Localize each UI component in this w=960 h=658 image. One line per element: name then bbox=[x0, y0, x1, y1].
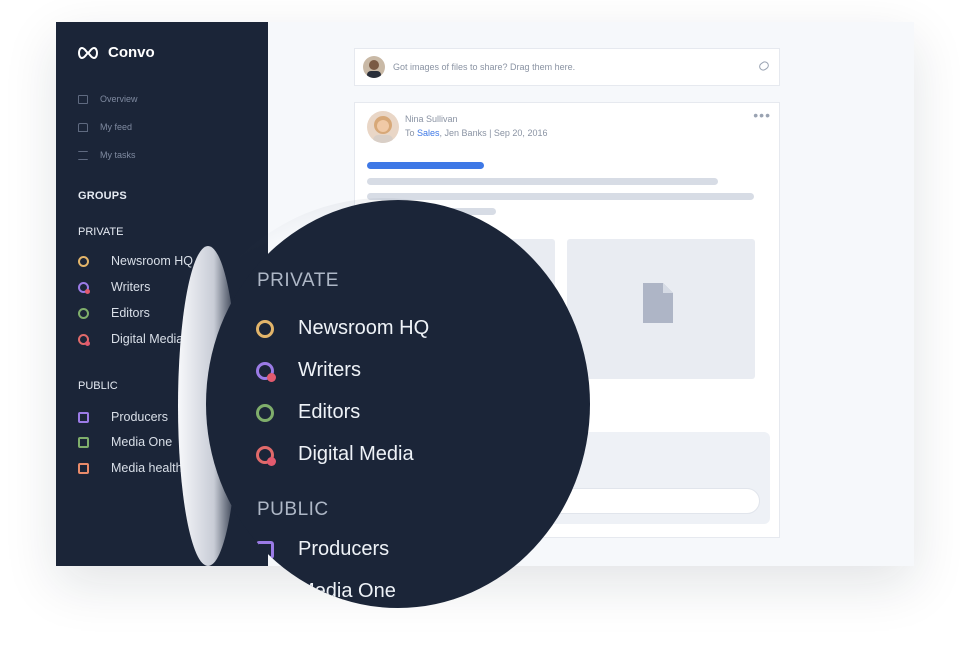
group-square-icon bbox=[78, 462, 89, 474]
group-label: Newsroom HQ bbox=[111, 254, 193, 268]
group-label: Producers bbox=[111, 410, 168, 424]
nav-label: Overview bbox=[100, 94, 138, 104]
group-label: Editors bbox=[111, 306, 150, 320]
group-label: Producers bbox=[298, 538, 390, 560]
nav-label: My feed bbox=[100, 122, 133, 132]
group-square-icon bbox=[78, 411, 89, 423]
group-label: Media One bbox=[111, 435, 173, 449]
group-label: Newsroom HQ bbox=[298, 317, 430, 339]
group-label: Editors bbox=[298, 401, 361, 423]
group-label: Media health bbox=[111, 461, 183, 475]
magnified-public-heading: PUBLIC bbox=[257, 499, 329, 520]
magnified-private-heading: PRIVATE bbox=[257, 270, 339, 291]
group-writers[interactable]: Writers bbox=[78, 280, 150, 294]
group-media-health[interactable]: Media health bbox=[78, 461, 183, 475]
group-square-icon bbox=[256, 540, 274, 559]
group-label: Media One bbox=[298, 580, 396, 602]
magnified-digital-media[interactable]: Digital Media bbox=[256, 443, 414, 466]
user-avatar bbox=[363, 56, 385, 78]
group-label: Digital Media bbox=[298, 443, 414, 465]
group-media-one[interactable]: Media One bbox=[78, 435, 172, 449]
magnified-writers[interactable]: Writers bbox=[256, 359, 361, 382]
group-label: Writers bbox=[298, 359, 361, 381]
group-ring-icon bbox=[256, 361, 276, 382]
infinity-logo-icon bbox=[78, 46, 98, 59]
magnified-media-one[interactable]: Media One bbox=[256, 580, 396, 603]
file-attachment[interactable] bbox=[567, 239, 755, 379]
share-placeholder: Got images of files to share? Drag them … bbox=[393, 62, 576, 72]
group-editors[interactable]: Editors bbox=[78, 306, 150, 320]
paperclip-icon[interactable] bbox=[757, 59, 771, 73]
nav-my-tasks[interactable]: My tasks bbox=[78, 150, 136, 160]
file-icon bbox=[643, 283, 673, 323]
to-prefix: To bbox=[405, 128, 415, 138]
private-heading: PRIVATE bbox=[78, 226, 124, 238]
group-label: Digital Media bbox=[111, 332, 184, 346]
group-ring-icon bbox=[78, 281, 90, 294]
group-digital-media[interactable]: Digital Media bbox=[78, 332, 183, 346]
app-name: Convo bbox=[108, 44, 155, 61]
group-producers[interactable]: Producers bbox=[78, 410, 168, 424]
logo[interactable]: Convo bbox=[76, 44, 155, 61]
group-ring-icon bbox=[78, 333, 90, 346]
magnified-producers[interactable]: Producers bbox=[256, 538, 389, 561]
text-line bbox=[367, 193, 754, 200]
grid-icon bbox=[78, 94, 88, 104]
group-ring-icon bbox=[256, 319, 274, 338]
groups-heading: GROUPS bbox=[78, 190, 127, 202]
magnified-editors[interactable]: Editors bbox=[256, 401, 360, 424]
nav-label: My tasks bbox=[100, 150, 136, 160]
group-ring-icon bbox=[256, 445, 276, 466]
group-label: Writers bbox=[111, 280, 151, 294]
more-options-icon[interactable]: ••• bbox=[753, 107, 771, 123]
text-line bbox=[367, 178, 718, 185]
recipient-rest: , Jen Banks | Sep 20, 2016 bbox=[439, 128, 548, 138]
group-ring-icon bbox=[78, 255, 89, 267]
public-heading: PUBLIC bbox=[78, 380, 118, 392]
magnified-newsroom-hq[interactable]: Newsroom HQ bbox=[256, 317, 429, 340]
share-dropzone[interactable]: Got images of files to share? Drag them … bbox=[354, 48, 780, 86]
group-newsroom-hq[interactable]: Newsroom HQ bbox=[78, 254, 193, 268]
nav-my-feed[interactable]: My feed bbox=[78, 122, 132, 132]
home-icon bbox=[78, 122, 88, 132]
nav-overview[interactable]: Overview bbox=[78, 94, 138, 104]
group-square-icon bbox=[256, 582, 274, 601]
magnifier-lens: PRIVATE Newsroom HQ Writers Editors Digi… bbox=[206, 200, 590, 608]
recipient-group-link[interactable]: Sales bbox=[417, 128, 440, 138]
post-recipients: To Sales, Jen Banks | Sep 20, 2016 bbox=[405, 128, 547, 138]
post-author[interactable]: Nina Sullivan bbox=[405, 114, 458, 124]
group-square-icon bbox=[78, 436, 89, 448]
author-avatar[interactable] bbox=[367, 111, 399, 143]
tasks-icon bbox=[78, 150, 88, 160]
title-line bbox=[367, 162, 484, 169]
group-ring-icon bbox=[78, 307, 89, 319]
group-ring-icon bbox=[256, 403, 274, 422]
